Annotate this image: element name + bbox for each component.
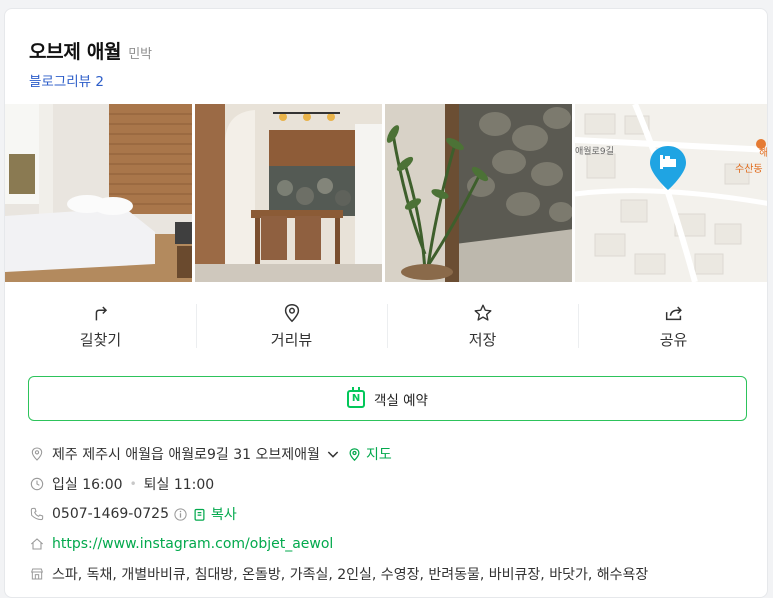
share-label: 공유 [659, 331, 688, 349]
copy-label: 복사 [211, 507, 237, 523]
place-name[interactable]: 오브제 애월 [29, 37, 122, 64]
clock-icon [30, 477, 44, 491]
copy-icon [194, 508, 205, 521]
directions-button[interactable]: 길찾기 [5, 298, 196, 356]
map-poi-label-2: 수산동 [735, 163, 763, 175]
home-icon [30, 538, 44, 550]
dining-image [195, 104, 383, 282]
amenities-row: 스파, 독채, 개별바비큐, 침대방, 온돌방, 가족실, 2인실, 수영장, … [29, 559, 648, 589]
website-link[interactable]: https://www.instagram.com/objet_aewol [52, 536, 333, 552]
amenities-text: 스파, 독채, 개별바비큐, 침대방, 온돌방, 가족실, 2인실, 수영장, … [52, 567, 649, 583]
copy-button[interactable]: 복사 [192, 504, 237, 524]
naver-booking-icon: N [347, 386, 365, 408]
map-road-label: 애월로9길 [575, 145, 614, 157]
photo-map[interactable]: 애월로9길 해 수산동 [575, 104, 767, 282]
directions-icon [95, 306, 107, 321]
map-pin-small-icon [349, 447, 360, 461]
website-row: https://www.instagram.com/objet_aewol [29, 529, 648, 559]
photo-strip: 애월로9길 해 수산동 [5, 104, 767, 282]
street-view-button[interactable]: 거리뷰 [196, 298, 387, 356]
separator-dot: • [129, 477, 137, 491]
hours-row: 입실 16:00 • 퇴실 11:00 [29, 469, 648, 499]
location-pin-icon [284, 304, 299, 323]
reservation-label: 객실 예약 [374, 392, 428, 409]
directions-label: 길찾기 [79, 331, 122, 349]
info-icon[interactable] [173, 507, 188, 522]
map-link-label: 지도 [365, 447, 392, 463]
place-category: 민박 [128, 47, 153, 62]
info-list: 제주 제주시 애월읍 애월로9길 31 오브제애월 지도 입실 16:00 • … [29, 439, 648, 589]
phone-icon [30, 507, 44, 521]
map-image: 애월로9길 해 수산동 [575, 104, 767, 282]
share-button[interactable]: 공유 [578, 298, 767, 356]
photo-garden[interactable] [385, 104, 573, 282]
checkout-text: 퇴실 11:00 [143, 477, 215, 493]
map-link[interactable]: 지도 [347, 444, 392, 464]
street-view-label: 거리뷰 [270, 331, 313, 349]
action-bar: 길찾기 거리뷰 저장 공유 [5, 298, 767, 356]
photo-dining[interactable] [195, 104, 383, 282]
address-text: 제주 제주시 애월읍 애월로9길 31 오브제애월 [52, 447, 320, 463]
title-row: 오브제 애월 민박 [29, 37, 152, 64]
store-icon [30, 568, 44, 580]
photo-bedroom[interactable] [5, 104, 193, 282]
address-row: 제주 제주시 애월읍 애월로9길 31 오브제애월 지도 [29, 439, 648, 469]
location-pin-icon [31, 447, 43, 461]
garden-image [385, 104, 573, 282]
blog-review-link[interactable]: 블로그리뷰 2 [29, 70, 104, 90]
bedroom-image [5, 104, 193, 282]
phone-number[interactable]: 0507-1469-0725 [52, 506, 169, 522]
star-icon [474, 304, 491, 321]
chevron-down-icon[interactable] [325, 446, 341, 462]
phone-row: 0507-1469-0725 복사 [29, 499, 648, 529]
save-label: 저장 [468, 331, 497, 349]
naver-badge-letter: N [351, 392, 361, 404]
room-reservation-button[interactable]: N 객실 예약 [28, 376, 747, 421]
place-card: 오브제 애월 민박 블로그리뷰 2 애월로9길 해 수산동 길찾기 거리뷰 저장… [4, 8, 768, 598]
share-icon [665, 306, 682, 321]
save-button[interactable]: 저장 [387, 298, 578, 356]
checkin-text: 입실 16:00 [52, 477, 123, 493]
